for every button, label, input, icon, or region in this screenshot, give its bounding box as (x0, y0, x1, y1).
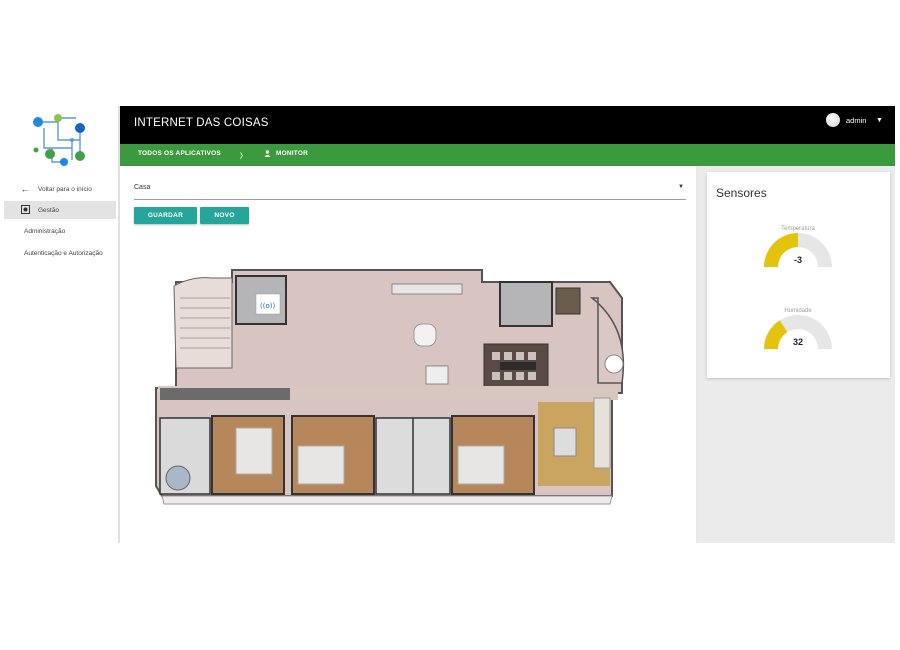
gear-box-icon (18, 204, 32, 216)
sidebar-item-back[interactable]: ← Voltar para o início (4, 180, 116, 198)
caret-down-icon[interactable]: ▼ (876, 117, 883, 124)
app-logo (33, 114, 85, 166)
location-select[interactable] (134, 180, 686, 200)
sidebar-item-label: Autenticação e Autorização (24, 249, 103, 257)
sidebar-item-administracao[interactable]: Administração (4, 222, 136, 240)
gauge-value: -3 (793, 255, 802, 265)
arrow-left-icon: ← (20, 184, 30, 194)
floor-plan-image: ((o)) (155, 269, 625, 505)
user-avatar[interactable] (826, 113, 840, 127)
caret-down-icon[interactable]: ▼ (678, 184, 684, 190)
sidebar-item-label: Gestão (38, 206, 59, 214)
save-button[interactable]: GUARDAR (134, 207, 197, 224)
location-select-value: Casa (134, 184, 151, 191)
new-button[interactable]: NOVO (200, 207, 249, 224)
gauge-value: 32 (792, 337, 803, 347)
sidebar-item-autenticacao[interactable]: Autenticação e Autorização (4, 244, 136, 262)
sidebar-item-label: Administração (24, 227, 66, 235)
gauge-label: Humidade (784, 308, 812, 314)
breadcrumb-separator: 〉 (240, 153, 247, 160)
sidebar-item-label: Voltar para o início (38, 185, 92, 193)
sidebar-item-gestao[interactable]: Gestão (4, 201, 116, 219)
app-title: INTERNET DAS COISAS (134, 117, 269, 129)
sensors-title: Sensores (716, 186, 767, 200)
person-icon (264, 150, 271, 159)
svg-text:((o)): ((o)) (260, 302, 275, 310)
breadcrumb-all-apps[interactable]: TODOS OS APLICATIVOS (138, 150, 221, 157)
gauge-label: Temperatura (781, 226, 815, 232)
breadcrumb-bar (120, 144, 895, 166)
user-name[interactable]: admin (846, 116, 866, 125)
breadcrumb-current[interactable]: MONITOR (276, 150, 308, 157)
